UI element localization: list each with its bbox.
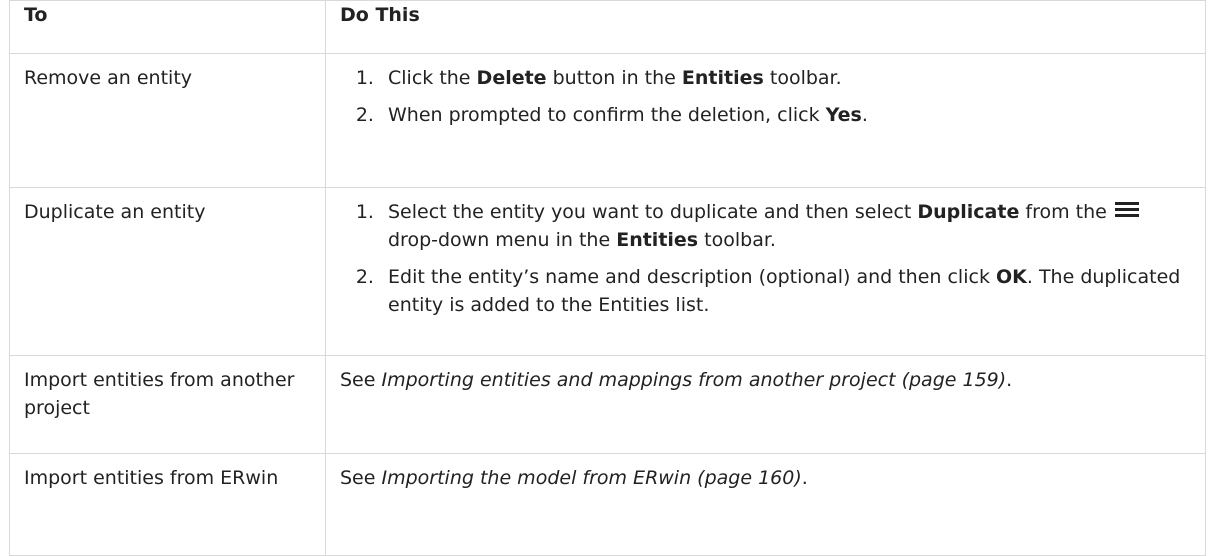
- step-item: Select the entity you want to duplicate …: [380, 198, 1193, 254]
- ui-term-ok: OK: [995, 266, 1027, 288]
- ui-term-entities: Entities: [681, 67, 764, 89]
- step-item: Click the Delete button in the Entities …: [380, 64, 1193, 92]
- ui-term-duplicate: Duplicate: [917, 201, 1020, 223]
- cell-to-remove: Remove an entity: [9, 53, 326, 188]
- table-row-import-erwin: Import entities from ERwin See Importing…: [9, 453, 1206, 556]
- cell-to-duplicate: Duplicate an entity: [9, 187, 326, 356]
- steps-list: Select the entity you want to duplicate …: [340, 198, 1193, 319]
- steps-list: Click the Delete button in the Entities …: [340, 64, 1193, 129]
- cell-see-import-project: See Importing entities and mappings from…: [325, 355, 1206, 454]
- step-item: Edit the entity’s name and description (…: [380, 263, 1193, 319]
- table-row-import-project: Import entities from another project See…: [9, 355, 1206, 454]
- cell-steps-duplicate: Select the entity you want to duplicate …: [325, 187, 1206, 356]
- ui-term-yes: Yes: [825, 104, 862, 126]
- instructions-table: To Do This Remove an entity Click the De…: [9, 0, 1206, 556]
- table-row-remove-entity: Remove an entity Click the Delete button…: [9, 53, 1206, 188]
- table-row-duplicate-entity: Duplicate an entity Select the entity yo…: [9, 187, 1206, 356]
- ui-term-delete: Delete: [476, 67, 547, 89]
- cross-reference-link[interactable]: Importing entities and mappings from ano…: [381, 369, 1006, 391]
- ui-term-entities: Entities: [616, 229, 699, 251]
- cross-reference-link[interactable]: Importing the model from ERwin (page 160…: [381, 467, 801, 489]
- table-header-row: To Do This: [9, 0, 1206, 54]
- cell-see-import-erwin: See Importing the model from ERwin (page…: [325, 453, 1206, 556]
- header-do-this: Do This: [325, 0, 1206, 54]
- header-to: To: [9, 0, 326, 54]
- cell-steps-remove: Click the Delete button in the Entities …: [325, 53, 1206, 188]
- hamburger-menu-icon: [1114, 201, 1139, 219]
- step-item: When prompted to confirm the deletion, c…: [380, 101, 1193, 129]
- cell-to-import-erwin: Import entities from ERwin: [9, 453, 326, 556]
- cell-to-import-project: Import entities from another project: [9, 355, 326, 454]
